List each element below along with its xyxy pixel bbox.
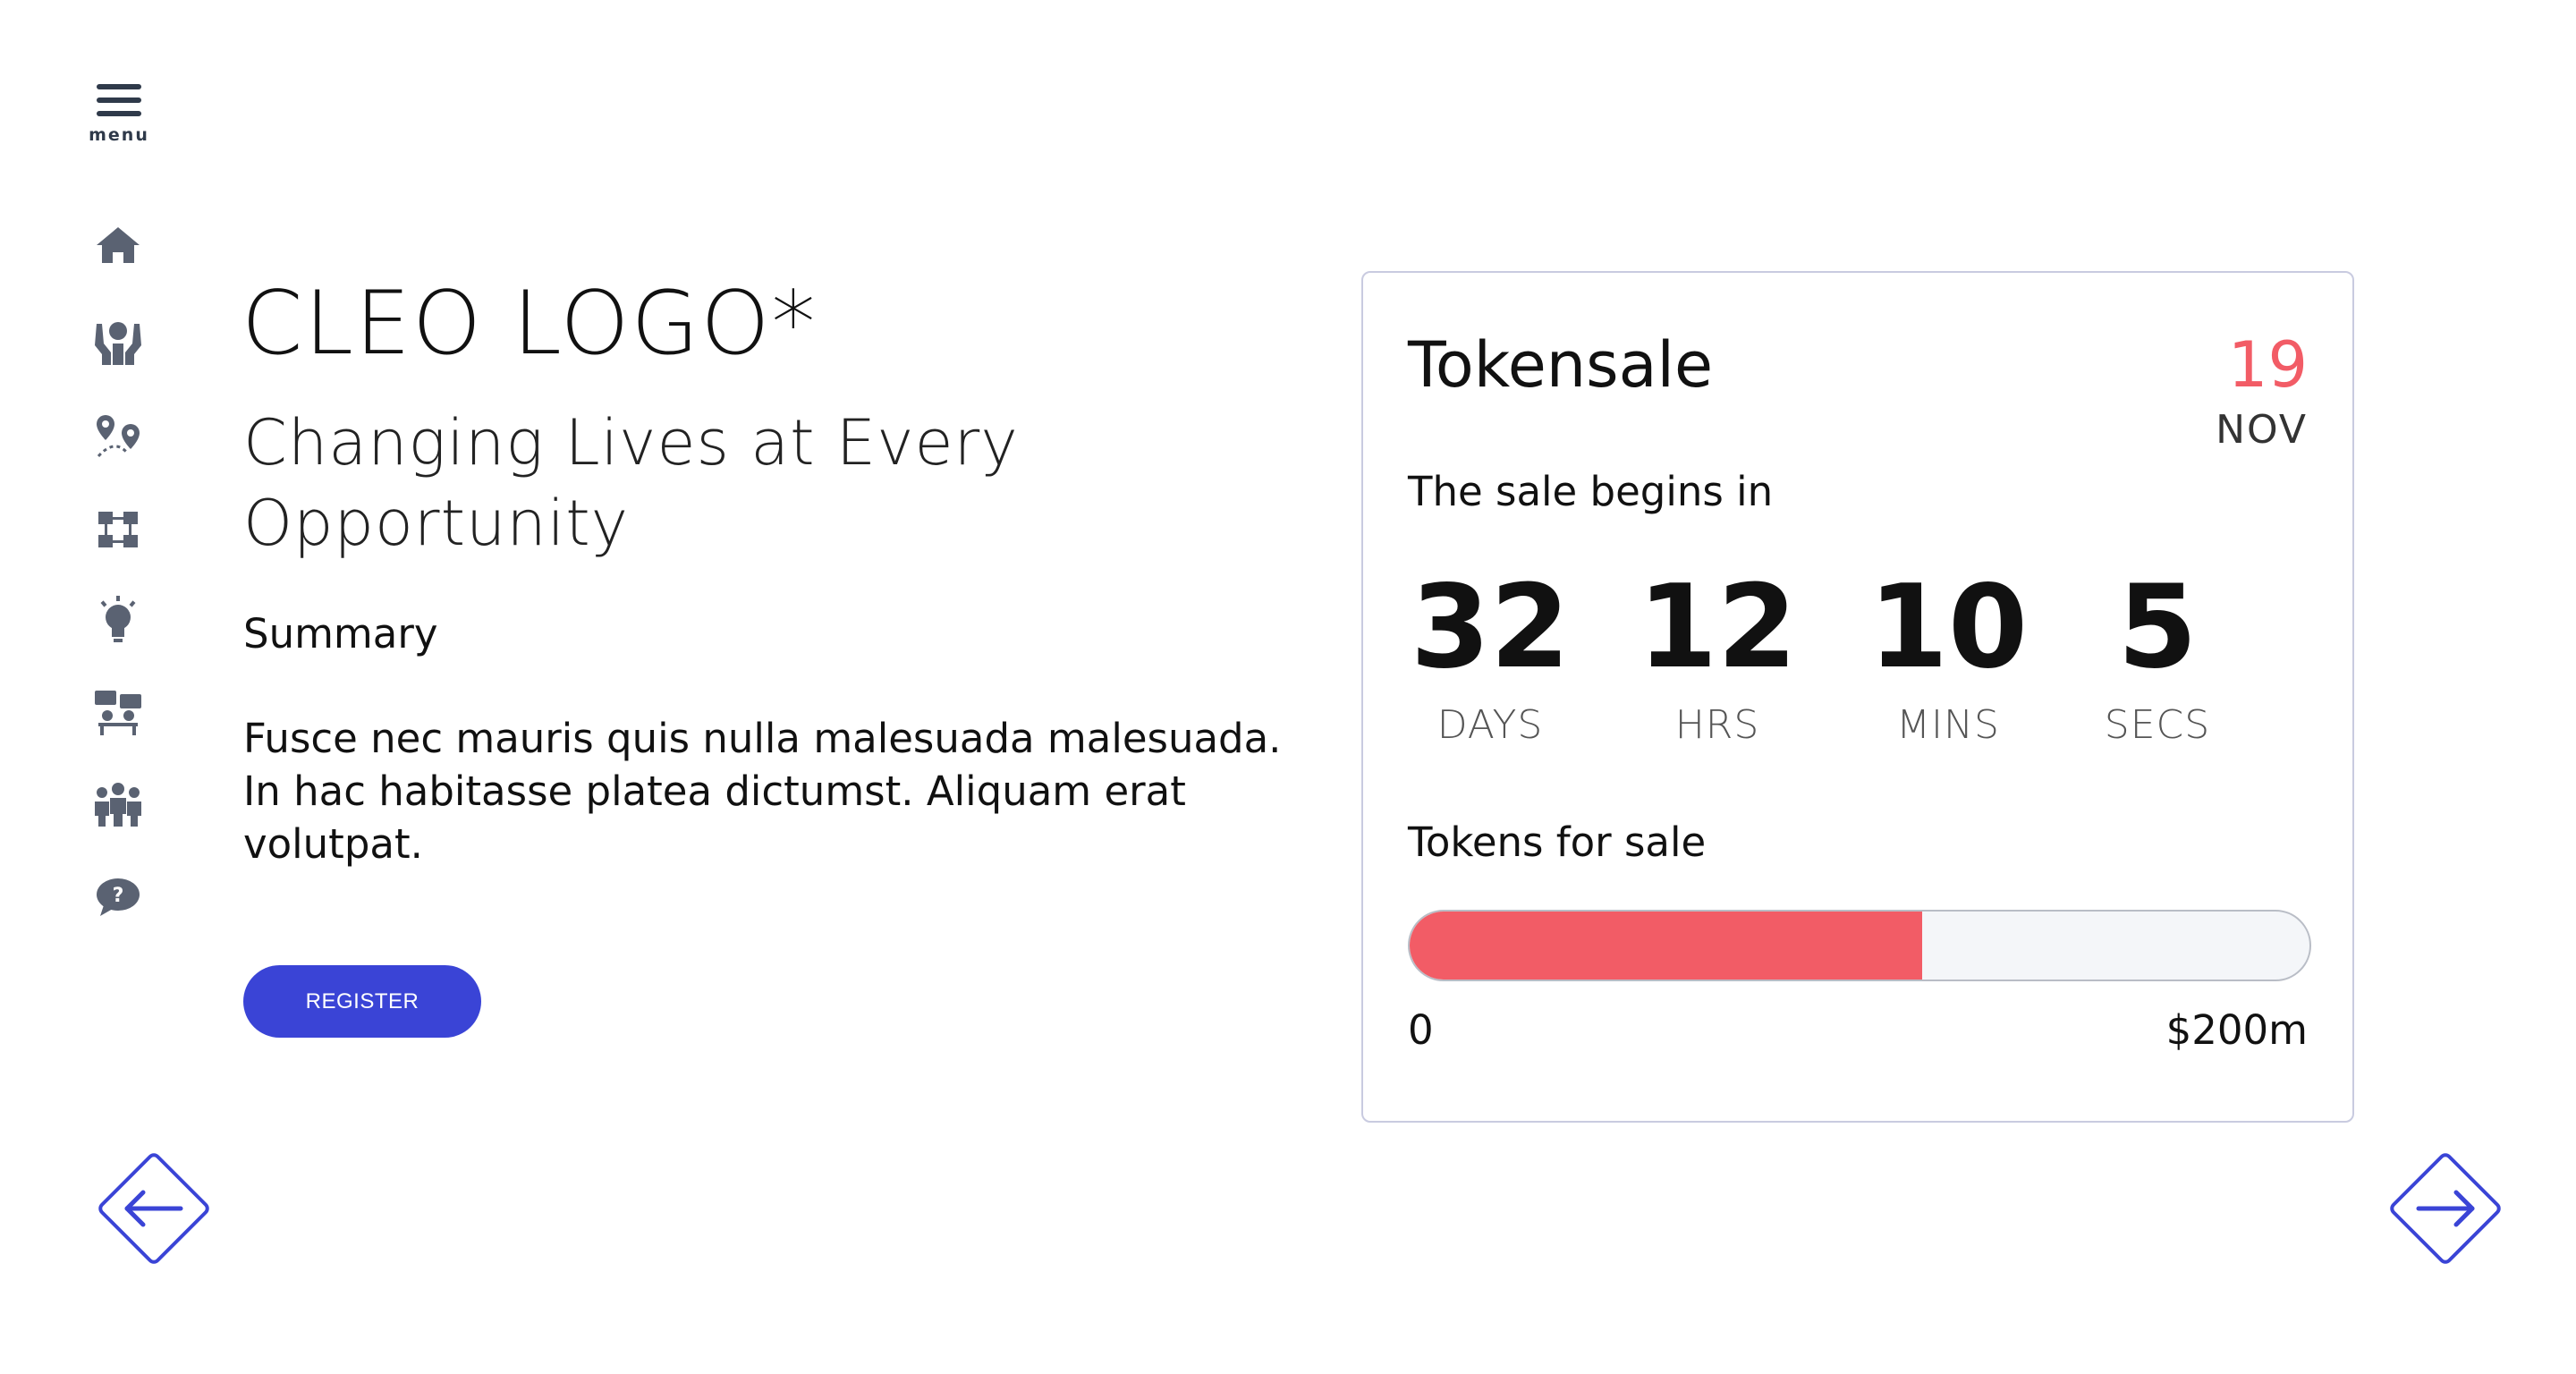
roadmap-icon[interactable] — [89, 408, 147, 465]
help-chat-icon[interactable]: ? — [89, 868, 147, 925]
countdown-minutes-label: MINS — [1896, 702, 2000, 748]
countdown-seconds-label: SECS — [2104, 702, 2211, 748]
tokensale-title: Tokensale — [1408, 328, 1714, 402]
tokens-progress-bar — [1408, 910, 2311, 981]
arrow-right-icon — [2390, 1153, 2501, 1264]
tokensale-card: Tokensale 19 NOV The sale begins in 32 D… — [1361, 271, 2354, 1123]
progress-range-max: $200m — [2165, 1006, 2308, 1054]
sale-date-day: 19 — [2227, 328, 2308, 402]
tokens-progress-fill — [1410, 912, 1923, 980]
countdown-days-label: DAYS — [1436, 702, 1544, 748]
summary-text: Fusce nec mauris quis nulla malesuada ma… — [243, 715, 1282, 868]
hands-icon[interactable] — [89, 313, 147, 370]
hamburger-icon — [97, 84, 141, 116]
logo-text: CLEO LOGO* — [242, 273, 818, 375]
countdown-timer: 32 DAYS 12 HRS 10 MINS 5 SECS — [1408, 561, 2311, 776]
home-icon[interactable] — [89, 216, 147, 274]
network-icon[interactable] — [89, 501, 147, 558]
countdown-hours-value: 12 — [1637, 561, 1798, 694]
previous-button[interactable] — [93, 1148, 215, 1269]
menu-button[interactable]: menu — [88, 82, 150, 145]
next-button[interactable] — [2385, 1148, 2506, 1269]
tokens-for-sale-label: Tokens for sale — [1408, 818, 1707, 866]
countdown-minutes-value: 10 — [1868, 561, 2029, 694]
svg-text:?: ? — [113, 885, 124, 907]
summary-title: Summary — [243, 610, 438, 657]
register-button[interactable]: REGISTER — [243, 965, 481, 1038]
team-icon[interactable] — [89, 776, 147, 834]
countdown-minutes: 10 MINS — [1859, 561, 2038, 748]
presentation-icon[interactable] — [89, 683, 147, 741]
lightbulb-icon[interactable] — [89, 590, 147, 648]
countdown-seconds-value: 5 — [2117, 561, 2198, 694]
arrow-left-icon — [98, 1153, 209, 1264]
progress-range-min: 0 — [1408, 1006, 1434, 1054]
countdown-days-value: 32 — [1410, 561, 1571, 694]
countdown-hours-label: HRS — [1674, 702, 1760, 748]
menu-label: menu — [89, 125, 149, 145]
countdown-days: 32 DAYS — [1401, 561, 1580, 748]
countdown-hours: 12 HRS — [1628, 561, 1807, 748]
tagline: Changing Lives at Every Opportunity — [243, 406, 1019, 560]
sale-date-month: NOV — [2216, 407, 2308, 453]
sale-begins-label: The sale begins in — [1408, 468, 1774, 515]
countdown-seconds: 5 SECS — [2068, 561, 2247, 748]
